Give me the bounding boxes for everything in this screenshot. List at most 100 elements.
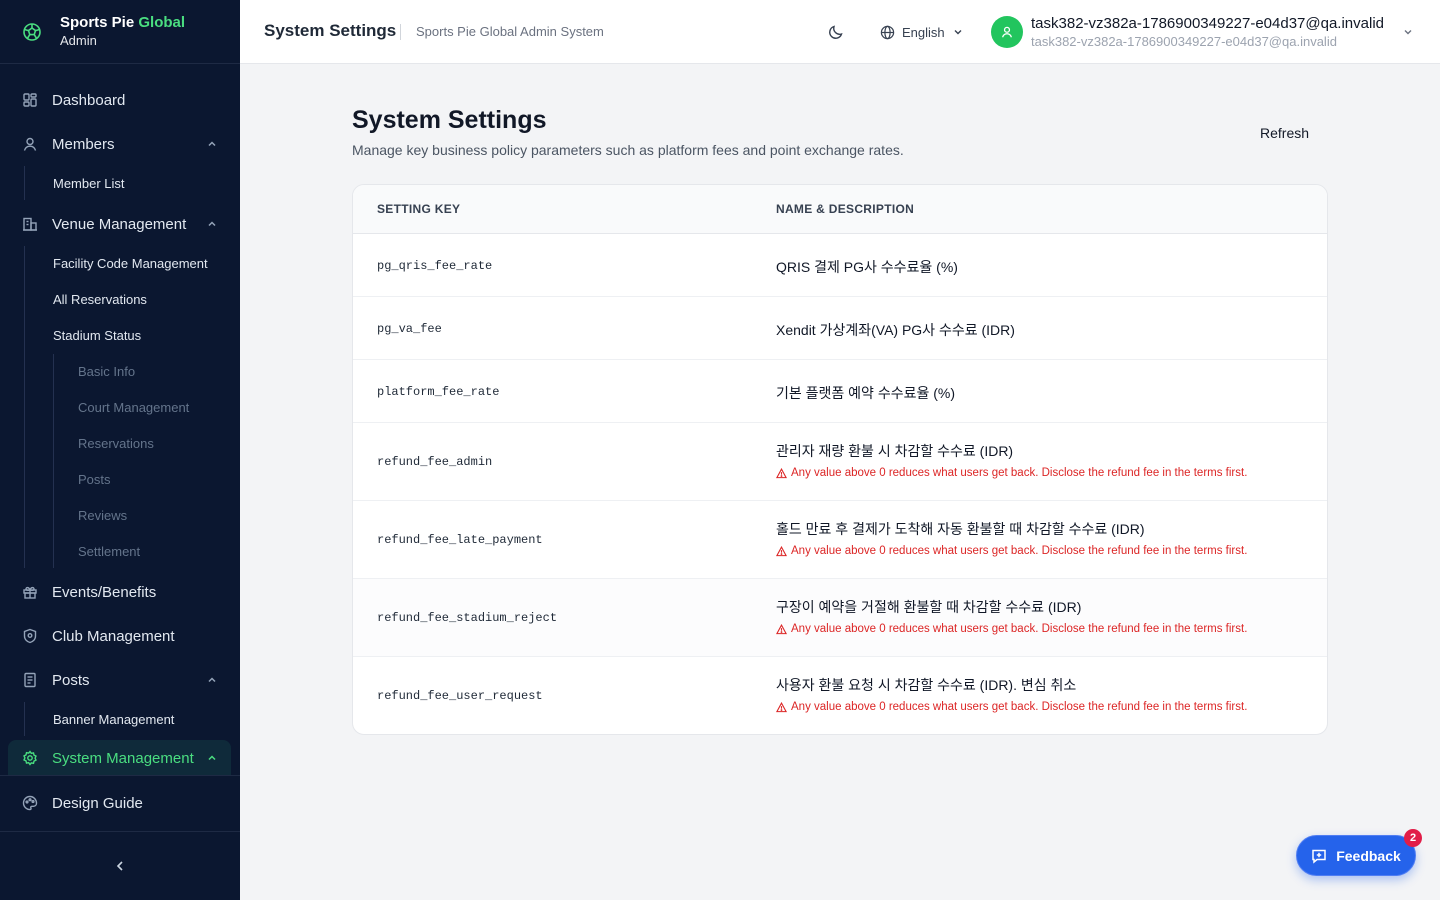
sidebar-subitem-stadium-status[interactable]: Stadium Status (53, 326, 141, 346)
sidebar-item-label: System Management (52, 749, 194, 767)
table-row[interactable]: refund_fee_admin 관리자 재량 환불 시 차감할 수수료 (ID… (353, 423, 1327, 501)
sidebar-subitem-all-reservations[interactable]: All Reservations (53, 290, 147, 310)
sidebar-subitem-settlement[interactable]: Settlement (78, 542, 140, 562)
chevron-down-icon[interactable] (1403, 27, 1413, 37)
sidebar-subitem-facility-code-management[interactable]: Facility Code Management (53, 254, 208, 274)
table-header: SETTING KEY NAME & DESCRIPTION (353, 185, 1327, 234)
setting-key: pg_qris_fee_rate (377, 259, 493, 273)
sidebar-divider (0, 775, 240, 776)
sidebar-subitem-banner-management[interactable]: Banner Management (53, 710, 174, 730)
sidebar-item-label: Posts (52, 671, 90, 689)
sidebar-subitem-basic-info[interactable]: Basic Info (78, 362, 135, 382)
sidebar-item-label: Club Management (52, 627, 175, 645)
sidebar-item-club-management[interactable]: Club Management (8, 618, 231, 654)
sidebar-item-label: Members (52, 135, 115, 153)
language-label: English (902, 24, 945, 40)
chevron-up-icon (207, 219, 217, 229)
brand[interactable]: Sports Pie Global Admin (0, 0, 240, 64)
user-name[interactable]: task382-vz382a-1786900349227-e04d37@qa.i… (1031, 15, 1384, 32)
sidebar-divider (0, 831, 240, 832)
warning-triangle-icon (776, 701, 787, 713)
tree-line (24, 702, 25, 736)
sidebar-item-design-guide[interactable]: Design Guide (8, 785, 231, 821)
chevron-up-icon (207, 139, 217, 149)
warning-triangle-icon (776, 545, 787, 557)
page-description: Manage key business policy parameters su… (352, 142, 904, 158)
soccer-ball-logo-icon (22, 22, 42, 42)
setting-key: refund_fee_stadium_reject (377, 611, 558, 625)
sidebar-item-system-management[interactable]: System Management (8, 740, 231, 776)
tree-line (24, 166, 25, 200)
page-title: System Settings (352, 106, 547, 134)
sidebar-item-members[interactable]: Members (8, 126, 231, 162)
setting-name: 사용자 환불 요청 시 차감할 수수료 (IDR). 변심 취소 (776, 677, 1077, 693)
palette-icon (22, 795, 38, 811)
sidebar-item-events-benefits[interactable]: Events/Benefits (8, 574, 231, 610)
setting-name: 홀드 만료 후 결제가 도착해 자동 환불할 때 차감할 수수료 (IDR) (776, 521, 1145, 537)
table-row[interactable]: platform_fee_rate 기본 플랫폼 예약 수수료율 (%) (353, 360, 1327, 423)
setting-name: 기본 플랫폼 예약 수수료율 (%) (776, 385, 956, 401)
top-header: System Settings Sports Pie Global Admin … (240, 0, 1440, 64)
user-email: task382-vz382a-1786900349227-e04d37@qa.i… (1031, 34, 1337, 49)
dashboard-icon (22, 92, 38, 108)
language-selector[interactable]: English (880, 23, 963, 41)
chevron-left-icon[interactable] (112, 858, 128, 874)
setting-key: refund_fee_user_request (377, 689, 543, 703)
user-icon (22, 136, 38, 152)
document-icon (22, 672, 38, 688)
globe-icon (880, 25, 895, 40)
refund-warning: Any value above 0 reduces what users get… (776, 701, 1247, 713)
chevron-up-icon (207, 753, 217, 763)
refresh-button[interactable]: Refresh (1250, 122, 1319, 144)
column-header-setting-key: SETTING KEY (377, 202, 461, 216)
table-row[interactable]: refund_fee_user_request 사용자 환불 요청 시 차감할 … (353, 657, 1327, 734)
header-subtitle: Sports Pie Global Admin System (416, 24, 604, 39)
gear-icon (22, 750, 38, 766)
setting-name: Xendit 가상계좌(VA) PG사 수수료 (IDR) (776, 322, 1015, 338)
sidebar-subitem-posts[interactable]: Posts (78, 470, 111, 490)
table-row[interactable]: refund_fee_stadium_reject 구장이 예약을 거절해 환불… (353, 579, 1327, 657)
sidebar-subitem-member-list[interactable]: Member List (53, 174, 125, 194)
table-row[interactable]: pg_va_fee Xendit 가상계좌(VA) PG사 수수료 (IDR) (353, 297, 1327, 360)
warning-triangle-icon (776, 467, 787, 479)
table-row[interactable]: refund_fee_late_payment 홀드 만료 후 결제가 도착해 … (353, 501, 1327, 579)
sidebar: Sports Pie Global Admin Dashboard Member… (0, 0, 240, 900)
shield-icon (22, 628, 38, 644)
message-plus-icon (1311, 848, 1327, 864)
setting-name: 관리자 재량 환불 시 차감할 수수료 (IDR) (776, 443, 1014, 459)
avatar[interactable] (991, 16, 1023, 48)
column-header-name-description: NAME & DESCRIPTION (776, 202, 915, 216)
setting-key: platform_fee_rate (377, 385, 500, 399)
feedback-label: Feedback (1336, 847, 1401, 864)
refund-warning: Any value above 0 reduces what users get… (776, 545, 1247, 557)
sidebar-item-venue-management[interactable]: Venue Management (8, 206, 231, 242)
notification-badge: 2 (1404, 829, 1422, 847)
warning-text: Any value above 0 reduces what users get… (791, 701, 1248, 713)
tree-line (53, 354, 54, 568)
warning-text: Any value above 0 reduces what users get… (791, 623, 1248, 635)
feedback-button[interactable]: Feedback (1296, 835, 1416, 876)
warning-text: Any value above 0 reduces what users get… (791, 467, 1248, 479)
sidebar-item-label: Venue Management (52, 215, 187, 233)
sidebar-item-label: Design Guide (52, 794, 143, 812)
header-title: System Settings (264, 21, 397, 40)
setting-key: refund_fee_late_payment (377, 533, 543, 547)
warning-text: Any value above 0 reduces what users get… (791, 545, 1248, 557)
sidebar-item-posts[interactable]: Posts (8, 662, 231, 698)
sidebar-item-dashboard[interactable]: Dashboard (8, 82, 231, 118)
tree-line (24, 246, 25, 568)
sidebar-subitem-reviews[interactable]: Reviews (78, 506, 127, 526)
brand-subtitle: Admin (60, 32, 97, 48)
sidebar-item-label: Events/Benefits (52, 583, 157, 601)
sidebar-subitem-court-management[interactable]: Court Management (78, 398, 189, 418)
settings-table: SETTING KEY NAME & DESCRIPTION pg_qris_f… (352, 184, 1328, 735)
setting-key: pg_va_fee (377, 322, 442, 336)
sidebar-subitem-reservations[interactable]: Reservations (78, 434, 154, 454)
chevron-up-icon (207, 675, 217, 685)
building-icon (22, 216, 38, 232)
user-avatar-icon (1001, 26, 1013, 38)
table-row[interactable]: pg_qris_fee_rate QRIS 결제 PG사 수수료율 (%) (353, 234, 1327, 297)
moon-icon[interactable] (828, 24, 844, 40)
refund-warning: Any value above 0 reduces what users get… (776, 467, 1247, 479)
brand-name: Sports Pie Global (60, 13, 186, 31)
